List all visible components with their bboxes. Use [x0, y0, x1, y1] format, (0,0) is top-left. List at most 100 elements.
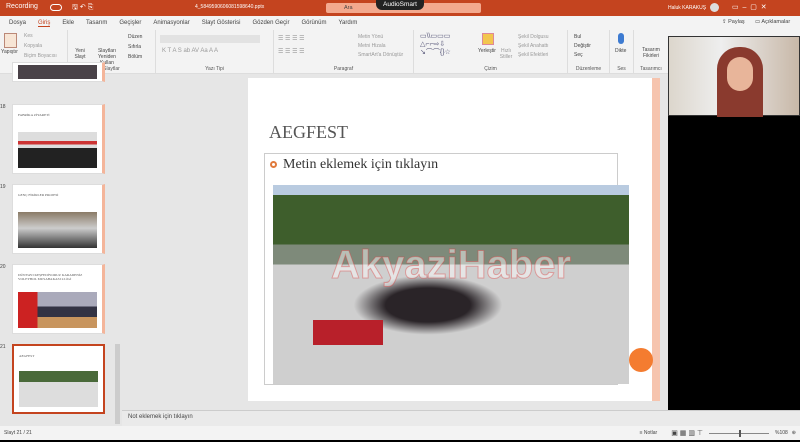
thumbnail-title: GENÇ FİKİRLER PROJESİ [18, 193, 59, 197]
replace-button[interactable]: Değiştir [574, 43, 591, 49]
group-duzenleme: Bul Değiştir Seç Düzenleme [568, 30, 610, 74]
thumbnail-photo [18, 132, 97, 168]
shape-effects-button[interactable]: Şekil Efektleri [518, 52, 548, 58]
slide-thumbnail-17[interactable] [12, 62, 105, 82]
tab-gecisler[interactable]: Geçişler [119, 20, 141, 26]
notes-pane[interactable]: Not eklemek için tıklayın [122, 410, 800, 426]
title-bar: Recording 🖫 ↶ ⎘ 4_5849590606081598640.pp… [0, 0, 800, 16]
tab-gozden-gecir[interactable]: Gözden Geçir [252, 20, 289, 26]
shape-fill-button[interactable]: Şekil Dolgusu [518, 34, 549, 40]
user-name[interactable]: Haluk KARAKUŞ [668, 5, 706, 11]
microphone-icon [618, 33, 624, 44]
select-button[interactable]: Seç [574, 52, 583, 58]
slide-counter: Slayt 21 / 21 [4, 430, 32, 436]
audiosmart-overlay: AudioSmart [376, 0, 424, 10]
smartart-button[interactable]: SmartArt'a Dönüştür [358, 52, 403, 58]
slide[interactable]: AEGFEST Metin eklemek için tıklayın Akya… [248, 78, 660, 401]
slide-title[interactable]: AEGFEST [269, 122, 348, 143]
group-label: Tasarımcı [640, 66, 662, 72]
thumbnail-photo [18, 65, 97, 79]
group-label: Yazı Tipi [205, 66, 224, 72]
slide-number: 19 [0, 184, 6, 190]
shapes-gallery[interactable]: ▭\\▭▭▭ △⌐⌐⇨⇩ ↘⌒⌒{}☆ [420, 33, 470, 57]
copy-button[interactable]: Kopyala [24, 43, 42, 49]
font-size-select[interactable] [240, 35, 260, 43]
format-painter-button[interactable]: Biçim Boyacısı [24, 53, 57, 59]
dictate-button[interactable]: Dikte [615, 48, 626, 54]
recording-label: Recording [6, 3, 38, 10]
thumbnail-title: DÜNYAYI KEŞFEDİYORUZ KARADENİZ VOLEYBOL … [18, 273, 83, 281]
font-family-select[interactable] [160, 35, 240, 43]
bullet-icon [270, 161, 277, 168]
group-ses: Dikte Ses [610, 30, 634, 74]
align-text-button[interactable]: Metni Hizala [358, 43, 386, 49]
thumbnail-title: AEGFEST [19, 354, 35, 358]
thumbnail-photo [18, 292, 97, 328]
autosave-toggle[interactable] [50, 4, 62, 11]
list-buttons[interactable]: ☰ ☰ ☰ ☰ [278, 35, 305, 42]
scrollbar[interactable] [115, 344, 120, 424]
tab-slayt-gosterisi[interactable]: Slayt Gösterisi [202, 20, 241, 26]
section-button[interactable]: Bölüm [128, 54, 142, 60]
text-direction-button[interactable]: Metin Yönü [358, 34, 383, 40]
group-paragraf: ☰ ☰ ☰ ☰ ☰ ☰ ☰ ☰ Metin Yönü Metni Hizala … [274, 30, 414, 74]
arrange-icon [482, 33, 494, 45]
notes-button[interactable]: ≡ Notlar [640, 430, 658, 436]
window-controls[interactable]: ▭ – ▢ ✕ [732, 3, 767, 11]
slide-thumbnail-19[interactable]: GENÇ FİKİRLER PROJESİ [12, 184, 105, 254]
thumbnail-title: FABRİKA ZİYARETİ [18, 113, 50, 117]
layout-button[interactable]: Düzen [128, 34, 142, 40]
avatar[interactable] [710, 3, 719, 12]
slide-thumbnail-pane[interactable]: 18 FABRİKA ZİYARETİ 19 GENÇ FİKİRLER PRO… [0, 62, 122, 426]
thumbnail-photo [19, 371, 98, 407]
slide-thumbnail-18[interactable]: FABRİKA ZİYARETİ [12, 104, 105, 174]
paste-icon [4, 33, 17, 48]
align-buttons[interactable]: ☰ ☰ ☰ ☰ [278, 48, 305, 55]
group-yazi-tipi: K T A S ab AV Aa A A Yazı Tipi [156, 30, 274, 74]
search-placeholder: Ara [344, 5, 353, 11]
group-label: Düzenleme [575, 66, 602, 72]
thumbnail-photo [18, 212, 97, 248]
tab-yardim[interactable]: Yardım [338, 20, 357, 26]
new-slide-button[interactable]: Yeni Slayt [72, 48, 88, 60]
group-label: Ses [617, 66, 626, 72]
find-button[interactable]: Bul [574, 34, 581, 40]
arrange-button[interactable]: Yerleştir [478, 48, 496, 54]
quick-styles-button[interactable]: Hızlı Stiller [498, 48, 514, 60]
share-button[interactable]: ⇪ Paylaş [722, 19, 745, 25]
design-ideas-button[interactable]: Tasarım Fikirleri [637, 47, 665, 59]
paste-button[interactable]: Yapıştır [1, 49, 18, 55]
comments-button[interactable]: ▭ Açıklamalar [755, 19, 790, 25]
notes-placeholder[interactable]: Not eklemek için tıklayın [128, 414, 193, 420]
tab-dosya[interactable]: Dosya [9, 20, 26, 26]
slide-photo[interactable]: AkyaziHaber [273, 185, 629, 384]
slide-number: 20 [0, 264, 6, 270]
slide-number: 21 [0, 344, 6, 350]
file-name: 4_5849590606081598640.pptx [195, 4, 265, 10]
tab-tasarim[interactable]: Tasarım [86, 20, 107, 26]
slide-number: 18 [0, 104, 6, 110]
cut-button[interactable]: Kes [24, 33, 33, 39]
bullet-text[interactable]: Metin eklemek için tıklayın [283, 157, 438, 173]
group-cizim: ▭\\▭▭▭ △⌐⌐⇨⇩ ↘⌒⌒{}☆ Yerleştir Hızlı Stil… [414, 30, 568, 74]
group-label: Paragraf [333, 66, 354, 72]
tab-ekle[interactable]: Ekle [62, 20, 74, 26]
slide-thumbnail-21[interactable]: AEGFEST [12, 344, 105, 414]
decorative-circle [629, 348, 653, 372]
group-label: Çizim [484, 66, 497, 72]
view-buttons[interactable]: ▣ ▦ ▥ ⊤ [671, 429, 703, 437]
tab-animasyonlar[interactable]: Animasyonlar [153, 20, 189, 26]
fit-slide-icon[interactable]: ⊕ [792, 430, 796, 436]
group-tasarimci: Tasarım Fikirleri Tasarımcı [634, 30, 668, 74]
font-format-buttons[interactable]: K T A S ab AV Aa A A [162, 48, 218, 54]
ribbon-tabs: Dosya Giriş Ekle Tasarım Geçişler Animas… [0, 16, 800, 30]
quick-access-icons[interactable]: 🖫 ↶ ⎘ [72, 3, 93, 14]
tab-gorunum[interactable]: Görünüm [301, 20, 326, 26]
tab-giris[interactable]: Giriş [38, 20, 51, 27]
webcam-video [668, 36, 800, 117]
shape-outline-button[interactable]: Şekil Anahattı [518, 43, 549, 49]
zoom-level[interactable]: %108 [775, 430, 788, 436]
slide-thumbnail-20[interactable]: DÜNYAYI KEŞFEDİYORUZ KARADENİZ VOLEYBOL … [12, 264, 105, 334]
reset-button[interactable]: Sıfırla [128, 44, 141, 50]
zoom-slider[interactable] [709, 429, 769, 437]
